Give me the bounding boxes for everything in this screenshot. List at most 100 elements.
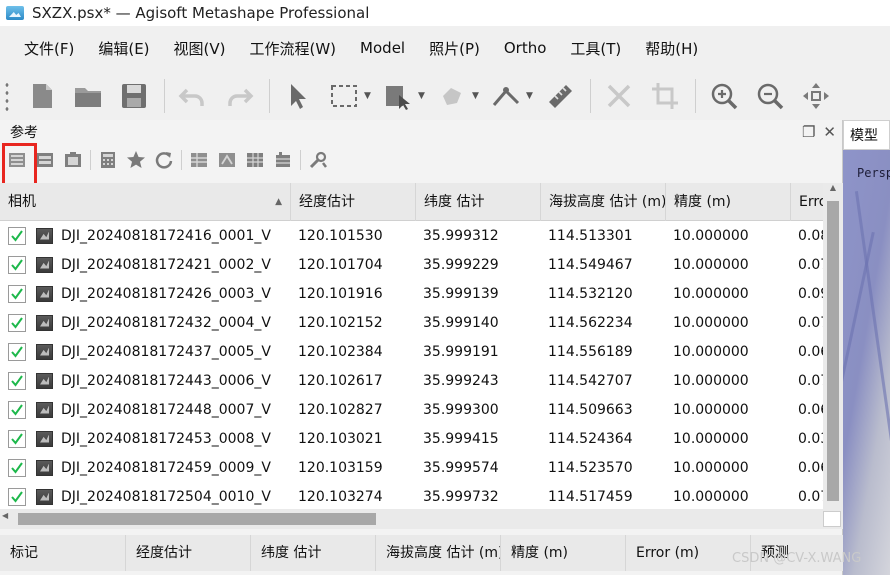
star-button[interactable] — [125, 149, 147, 171]
view-source-button[interactable] — [244, 149, 266, 171]
column-label: 相机 — [8, 193, 36, 210]
view-estimated-button[interactable] — [272, 149, 294, 171]
enable-checkbox[interactable] — [8, 313, 26, 332]
enable-checkbox[interactable] — [8, 342, 26, 361]
tools-icon — [309, 151, 327, 169]
refresh-icon — [155, 152, 173, 169]
new-document-button[interactable] — [24, 78, 60, 114]
calculator-button[interactable] — [97, 149, 119, 171]
column-header-camera[interactable]: 相机 ▲ — [0, 183, 291, 221]
column-header-longitude[interactable]: 经度估计 — [291, 183, 416, 221]
enable-checkbox[interactable] — [8, 226, 26, 245]
column-header-latitude[interactable]: 纬度 估计 — [416, 183, 541, 221]
menu-view[interactable]: 视图(V) — [174, 38, 226, 59]
vertical-scroll-thumb[interactable] — [827, 201, 839, 501]
menu-photo[interactable]: 照片(P) — [429, 38, 480, 59]
enable-checkbox[interactable] — [8, 429, 26, 448]
menu-help[interactable]: 帮助(H) — [645, 38, 698, 59]
settings-button[interactable] — [307, 149, 329, 171]
menu-model[interactable]: Model — [360, 39, 405, 57]
chevron-down-icon[interactable]: ▼ — [418, 91, 426, 101]
update-button[interactable] — [153, 149, 175, 171]
crop-button[interactable] — [647, 78, 683, 114]
vertical-scrollbar[interactable]: ▲ — [823, 183, 843, 509]
chevron-down-icon[interactable]: ▼ — [364, 91, 372, 101]
scroll-left-icon[interactable]: ◀ — [2, 511, 8, 520]
redo-button[interactable] — [221, 78, 257, 114]
table-row[interactable]: DJI_20240818172416_0001_V 120.101530 35.99… — [0, 221, 843, 250]
enable-checkbox[interactable] — [8, 371, 26, 390]
close-icon[interactable]: ✕ — [823, 123, 836, 141]
cell-latitude: 35.999229 — [423, 256, 499, 273]
undo-icon — [178, 88, 204, 106]
table-row[interactable]: DJI_20240818172448_0007_V 120.102827 35.99… — [0, 395, 843, 424]
cell-altitude: 114.517459 — [548, 488, 633, 505]
save-button[interactable] — [116, 78, 152, 114]
menu-file[interactable]: 文件(F) — [24, 38, 74, 59]
shape-select-button[interactable] — [380, 78, 416, 114]
column-header-altitude[interactable]: 海拔高度 估计 (m) — [541, 183, 666, 221]
enable-checkbox[interactable] — [8, 458, 26, 477]
menu-edit[interactable]: 编辑(E) — [98, 38, 149, 59]
undo-button[interactable] — [175, 78, 211, 114]
move-object-button[interactable] — [434, 78, 470, 114]
ruler-icon — [549, 85, 572, 108]
table-row[interactable]: DJI_20240818172504_0010_V 120.103274 35.99… — [0, 482, 843, 509]
redo-icon — [228, 88, 254, 106]
pointer-icon — [291, 84, 306, 109]
column-header-altitude[interactable]: 海拔高度 估计 (m) — [376, 535, 501, 571]
delete-button[interactable] — [601, 78, 637, 114]
horizontal-scrollbar[interactable]: ◀ — [0, 509, 843, 529]
window-title: SXZX.psx* — Agisoft Metashape Profession… — [32, 4, 370, 22]
export-reference-icon — [37, 153, 53, 167]
enable-checkbox[interactable] — [8, 487, 26, 506]
navigate-button[interactable] — [798, 78, 834, 114]
cell-accuracy: 10.000000 — [673, 488, 749, 505]
table-row[interactable]: DJI_20240818172421_0002_V 120.101704 35.99… — [0, 250, 843, 279]
cell-latitude: 35.999415 — [423, 430, 499, 447]
table-row[interactable]: DJI_20240818172432_0004_V 120.102152 35.99… — [0, 308, 843, 337]
camera-reference-icon — [65, 152, 81, 167]
pointer-button[interactable] — [280, 78, 316, 114]
menu-tools[interactable]: 工具(T) — [570, 38, 621, 59]
column-header-accuracy[interactable]: 精度 (m) — [666, 183, 791, 221]
enable-checkbox[interactable] — [8, 255, 26, 274]
open-folder-button[interactable] — [70, 78, 106, 114]
export-reference-button[interactable] — [34, 149, 56, 171]
table-row[interactable]: DJI_20240818172426_0003_V 120.101916 35.99… — [0, 279, 843, 308]
chevron-down-icon[interactable]: ▼ — [526, 91, 534, 101]
horizontal-scroll-thumb[interactable] — [18, 513, 376, 525]
model-viewport[interactable]: Persp — [843, 150, 890, 575]
camera-cell: DJI_20240818172453_0008_V — [0, 429, 290, 448]
enable-checkbox[interactable] — [8, 284, 26, 303]
float-window-icon[interactable]: ❐ — [802, 123, 815, 141]
menu-workflow[interactable]: 工作流程(W) — [250, 38, 337, 59]
zoom-in-button[interactable] — [706, 78, 742, 114]
measure-button[interactable] — [488, 78, 524, 114]
rectangle-select-button[interactable] — [326, 78, 362, 114]
chevron-down-icon[interactable]: ▼ — [472, 91, 480, 101]
view-variance-button[interactable] — [216, 149, 238, 171]
toolbar-separator — [269, 79, 270, 113]
cell-altitude: 114.523570 — [548, 459, 633, 476]
column-header-marker[interactable]: 标记 — [0, 535, 126, 571]
table-row[interactable]: DJI_20240818172459_0009_V 120.103159 35.99… — [0, 453, 843, 482]
menu-ortho[interactable]: Ortho — [504, 39, 547, 57]
column-header-accuracy[interactable]: 精度 (m) — [501, 535, 626, 571]
column-header-longitude[interactable]: 经度估计 — [126, 535, 251, 571]
view-errors-button[interactable] — [188, 149, 210, 171]
zoom-out-button[interactable] — [752, 78, 788, 114]
scroll-up-icon[interactable]: ▲ — [823, 183, 843, 199]
photo-icon — [36, 372, 53, 389]
toolbar-grip[interactable] — [4, 81, 10, 111]
convert-reference-button[interactable] — [62, 149, 84, 171]
ruler-button[interactable] — [542, 78, 578, 114]
cell-longitude: 120.101916 — [298, 285, 383, 302]
enable-checkbox[interactable] — [8, 400, 26, 419]
cameras-table-body: DJI_20240818172416_0001_V 120.101530 35.99… — [0, 221, 843, 509]
column-header-latitude[interactable]: 纬度 估计 — [251, 535, 376, 571]
table-row[interactable]: DJI_20240818172443_0006_V 120.102617 35.99… — [0, 366, 843, 395]
table-row[interactable]: DJI_20240818172437_0005_V 120.102384 35.99… — [0, 337, 843, 366]
tab-model[interactable]: 模型 — [843, 120, 890, 150]
table-row[interactable]: DJI_20240818172453_0008_V 120.103021 35.99… — [0, 424, 843, 453]
